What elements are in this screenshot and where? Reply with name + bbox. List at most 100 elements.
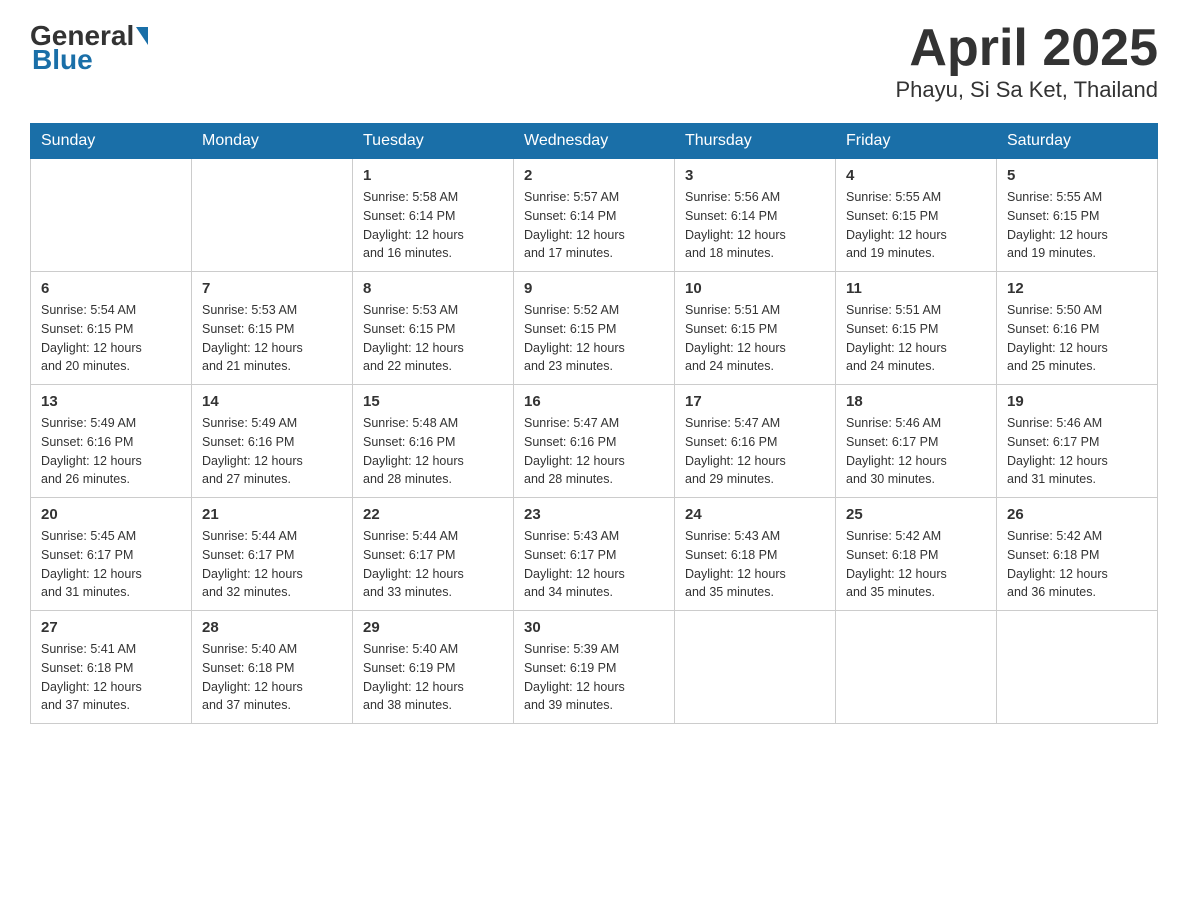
day-number: 21: [202, 506, 342, 523]
calendar-cell: 6 Sunrise: 5:54 AM Sunset: 6:15 PM Daylig…: [31, 272, 192, 385]
calendar-cell: 14 Sunrise: 5:49 AM Sunset: 6:16 PM Dayli…: [192, 385, 353, 498]
calendar-header-sunday: Sunday: [31, 124, 192, 159]
day-info: Sunrise: 5:47 AM Sunset: 6:16 PM Dayligh…: [685, 414, 825, 489]
day-number: 23: [524, 506, 664, 523]
logo-triangle-icon: [136, 27, 148, 45]
calendar-table: SundayMondayTuesdayWednesdayThursdayFrid…: [30, 123, 1158, 724]
calendar-cell: 9 Sunrise: 5:52 AM Sunset: 6:15 PM Daylig…: [514, 272, 675, 385]
calendar-cell: 21Sunrise: 5:44 AM Sunset: 6:17 PM Dayli…: [192, 498, 353, 611]
day-number: 5: [1007, 167, 1147, 184]
day-info: Sunrise: 5:42 AM Sunset: 6:18 PM Dayligh…: [1007, 527, 1147, 602]
calendar-cell: 1 Sunrise: 5:58 AM Sunset: 6:14 PM Daylig…: [353, 159, 514, 272]
day-info: Sunrise: 5:48 AM Sunset: 6:16 PM Dayligh…: [363, 414, 503, 489]
calendar-header-thursday: Thursday: [675, 124, 836, 159]
calendar-cell: 3 Sunrise: 5:56 AM Sunset: 6:14 PM Daylig…: [675, 159, 836, 272]
calendar-cell: 15Sunrise: 5:48 AM Sunset: 6:16 PM Dayli…: [353, 385, 514, 498]
day-info: Sunrise: 5:51 AM Sunset: 6:15 PM Dayligh…: [846, 301, 986, 376]
day-info: Sunrise: 5:52 AM Sunset: 6:15 PM Dayligh…: [524, 301, 664, 376]
day-info: Sunrise: 5:42 AM Sunset: 6:18 PM Dayligh…: [846, 527, 986, 602]
day-number: 20: [41, 506, 181, 523]
day-number: 12: [1007, 280, 1147, 297]
page-header: General Blue April 2025 Phayu, Si Sa Ket…: [30, 20, 1158, 103]
calendar-cell: 22Sunrise: 5:44 AM Sunset: 6:17 PM Dayli…: [353, 498, 514, 611]
calendar-cell: 25 Sunrise: 5:42 AM Sunset: 6:18 PM Dayli…: [836, 498, 997, 611]
calendar-cell: 13Sunrise: 5:49 AM Sunset: 6:16 PM Dayli…: [31, 385, 192, 498]
calendar-cell: 19 Sunrise: 5:46 AM Sunset: 6:17 PM Dayli…: [997, 385, 1158, 498]
day-number: 4: [846, 167, 986, 184]
day-info: Sunrise: 5:40 AM Sunset: 6:18 PM Dayligh…: [202, 640, 342, 715]
calendar-cell: 4Sunrise: 5:55 AM Sunset: 6:15 PM Daylig…: [836, 159, 997, 272]
day-number: 18: [846, 393, 986, 410]
calendar-cell: 12 Sunrise: 5:50 AM Sunset: 6:16 PM Dayli…: [997, 272, 1158, 385]
calendar-cell: 16 Sunrise: 5:47 AM Sunset: 6:16 PM Dayli…: [514, 385, 675, 498]
day-number: 1: [363, 167, 503, 184]
day-info: Sunrise: 5:58 AM Sunset: 6:14 PM Dayligh…: [363, 188, 503, 263]
calendar-header-tuesday: Tuesday: [353, 124, 514, 159]
title-section: April 2025 Phayu, Si Sa Ket, Thailand: [895, 20, 1158, 103]
calendar-cell: [192, 159, 353, 272]
day-number: 29: [363, 619, 503, 636]
day-info: Sunrise: 5:39 AM Sunset: 6:19 PM Dayligh…: [524, 640, 664, 715]
calendar-header-wednesday: Wednesday: [514, 124, 675, 159]
day-info: Sunrise: 5:43 AM Sunset: 6:18 PM Dayligh…: [685, 527, 825, 602]
day-number: 28: [202, 619, 342, 636]
day-info: Sunrise: 5:53 AM Sunset: 6:15 PM Dayligh…: [363, 301, 503, 376]
day-number: 2: [524, 167, 664, 184]
calendar-week-row: 6 Sunrise: 5:54 AM Sunset: 6:15 PM Daylig…: [31, 272, 1158, 385]
day-info: Sunrise: 5:43 AM Sunset: 6:17 PM Dayligh…: [524, 527, 664, 602]
day-number: 25: [846, 506, 986, 523]
day-number: 26: [1007, 506, 1147, 523]
day-number: 7: [202, 280, 342, 297]
day-info: Sunrise: 5:53 AM Sunset: 6:15 PM Dayligh…: [202, 301, 342, 376]
calendar-cell: 7 Sunrise: 5:53 AM Sunset: 6:15 PM Daylig…: [192, 272, 353, 385]
day-number: 3: [685, 167, 825, 184]
logo-blue-text: Blue: [32, 44, 93, 75]
day-number: 8: [363, 280, 503, 297]
day-info: Sunrise: 5:56 AM Sunset: 6:14 PM Dayligh…: [685, 188, 825, 263]
calendar-header-row: SundayMondayTuesdayWednesdayThursdayFrid…: [31, 124, 1158, 159]
calendar-cell: 24Sunrise: 5:43 AM Sunset: 6:18 PM Dayli…: [675, 498, 836, 611]
calendar-cell: 2 Sunrise: 5:57 AM Sunset: 6:14 PM Daylig…: [514, 159, 675, 272]
day-number: 13: [41, 393, 181, 410]
day-info: Sunrise: 5:47 AM Sunset: 6:16 PM Dayligh…: [524, 414, 664, 489]
calendar-cell: [675, 611, 836, 724]
calendar-header-friday: Friday: [836, 124, 997, 159]
day-number: 6: [41, 280, 181, 297]
calendar-cell: [31, 159, 192, 272]
day-info: Sunrise: 5:46 AM Sunset: 6:17 PM Dayligh…: [1007, 414, 1147, 489]
day-number: 27: [41, 619, 181, 636]
calendar-cell: 18 Sunrise: 5:46 AM Sunset: 6:17 PM Dayli…: [836, 385, 997, 498]
calendar-cell: [836, 611, 997, 724]
calendar-week-row: 1 Sunrise: 5:58 AM Sunset: 6:14 PM Daylig…: [31, 159, 1158, 272]
calendar-cell: 30Sunrise: 5:39 AM Sunset: 6:19 PM Dayli…: [514, 611, 675, 724]
calendar-cell: 29Sunrise: 5:40 AM Sunset: 6:19 PM Dayli…: [353, 611, 514, 724]
day-info: Sunrise: 5:51 AM Sunset: 6:15 PM Dayligh…: [685, 301, 825, 376]
day-number: 10: [685, 280, 825, 297]
day-info: Sunrise: 5:55 AM Sunset: 6:15 PM Dayligh…: [1007, 188, 1147, 263]
day-number: 16: [524, 393, 664, 410]
day-info: Sunrise: 5:57 AM Sunset: 6:14 PM Dayligh…: [524, 188, 664, 263]
day-info: Sunrise: 5:44 AM Sunset: 6:17 PM Dayligh…: [363, 527, 503, 602]
calendar-cell: 17Sunrise: 5:47 AM Sunset: 6:16 PM Dayli…: [675, 385, 836, 498]
day-number: 14: [202, 393, 342, 410]
calendar-cell: 26 Sunrise: 5:42 AM Sunset: 6:18 PM Dayli…: [997, 498, 1158, 611]
calendar-cell: 27 Sunrise: 5:41 AM Sunset: 6:18 PM Dayli…: [31, 611, 192, 724]
day-info: Sunrise: 5:41 AM Sunset: 6:18 PM Dayligh…: [41, 640, 181, 715]
calendar-week-row: 20Sunrise: 5:45 AM Sunset: 6:17 PM Dayli…: [31, 498, 1158, 611]
calendar-cell: 11Sunrise: 5:51 AM Sunset: 6:15 PM Dayli…: [836, 272, 997, 385]
logo: General Blue: [30, 20, 150, 76]
calendar-cell: 28 Sunrise: 5:40 AM Sunset: 6:18 PM Dayli…: [192, 611, 353, 724]
calendar-week-row: 27 Sunrise: 5:41 AM Sunset: 6:18 PM Dayli…: [31, 611, 1158, 724]
day-number: 19: [1007, 393, 1147, 410]
day-info: Sunrise: 5:54 AM Sunset: 6:15 PM Dayligh…: [41, 301, 181, 376]
location-title: Phayu, Si Sa Ket, Thailand: [895, 77, 1158, 103]
calendar-header-monday: Monday: [192, 124, 353, 159]
day-info: Sunrise: 5:49 AM Sunset: 6:16 PM Dayligh…: [202, 414, 342, 489]
month-title: April 2025: [895, 20, 1158, 77]
calendar-cell: 10 Sunrise: 5:51 AM Sunset: 6:15 PM Dayli…: [675, 272, 836, 385]
day-number: 9: [524, 280, 664, 297]
day-info: Sunrise: 5:46 AM Sunset: 6:17 PM Dayligh…: [846, 414, 986, 489]
calendar-cell: 5 Sunrise: 5:55 AM Sunset: 6:15 PM Daylig…: [997, 159, 1158, 272]
calendar-header-saturday: Saturday: [997, 124, 1158, 159]
day-info: Sunrise: 5:50 AM Sunset: 6:16 PM Dayligh…: [1007, 301, 1147, 376]
